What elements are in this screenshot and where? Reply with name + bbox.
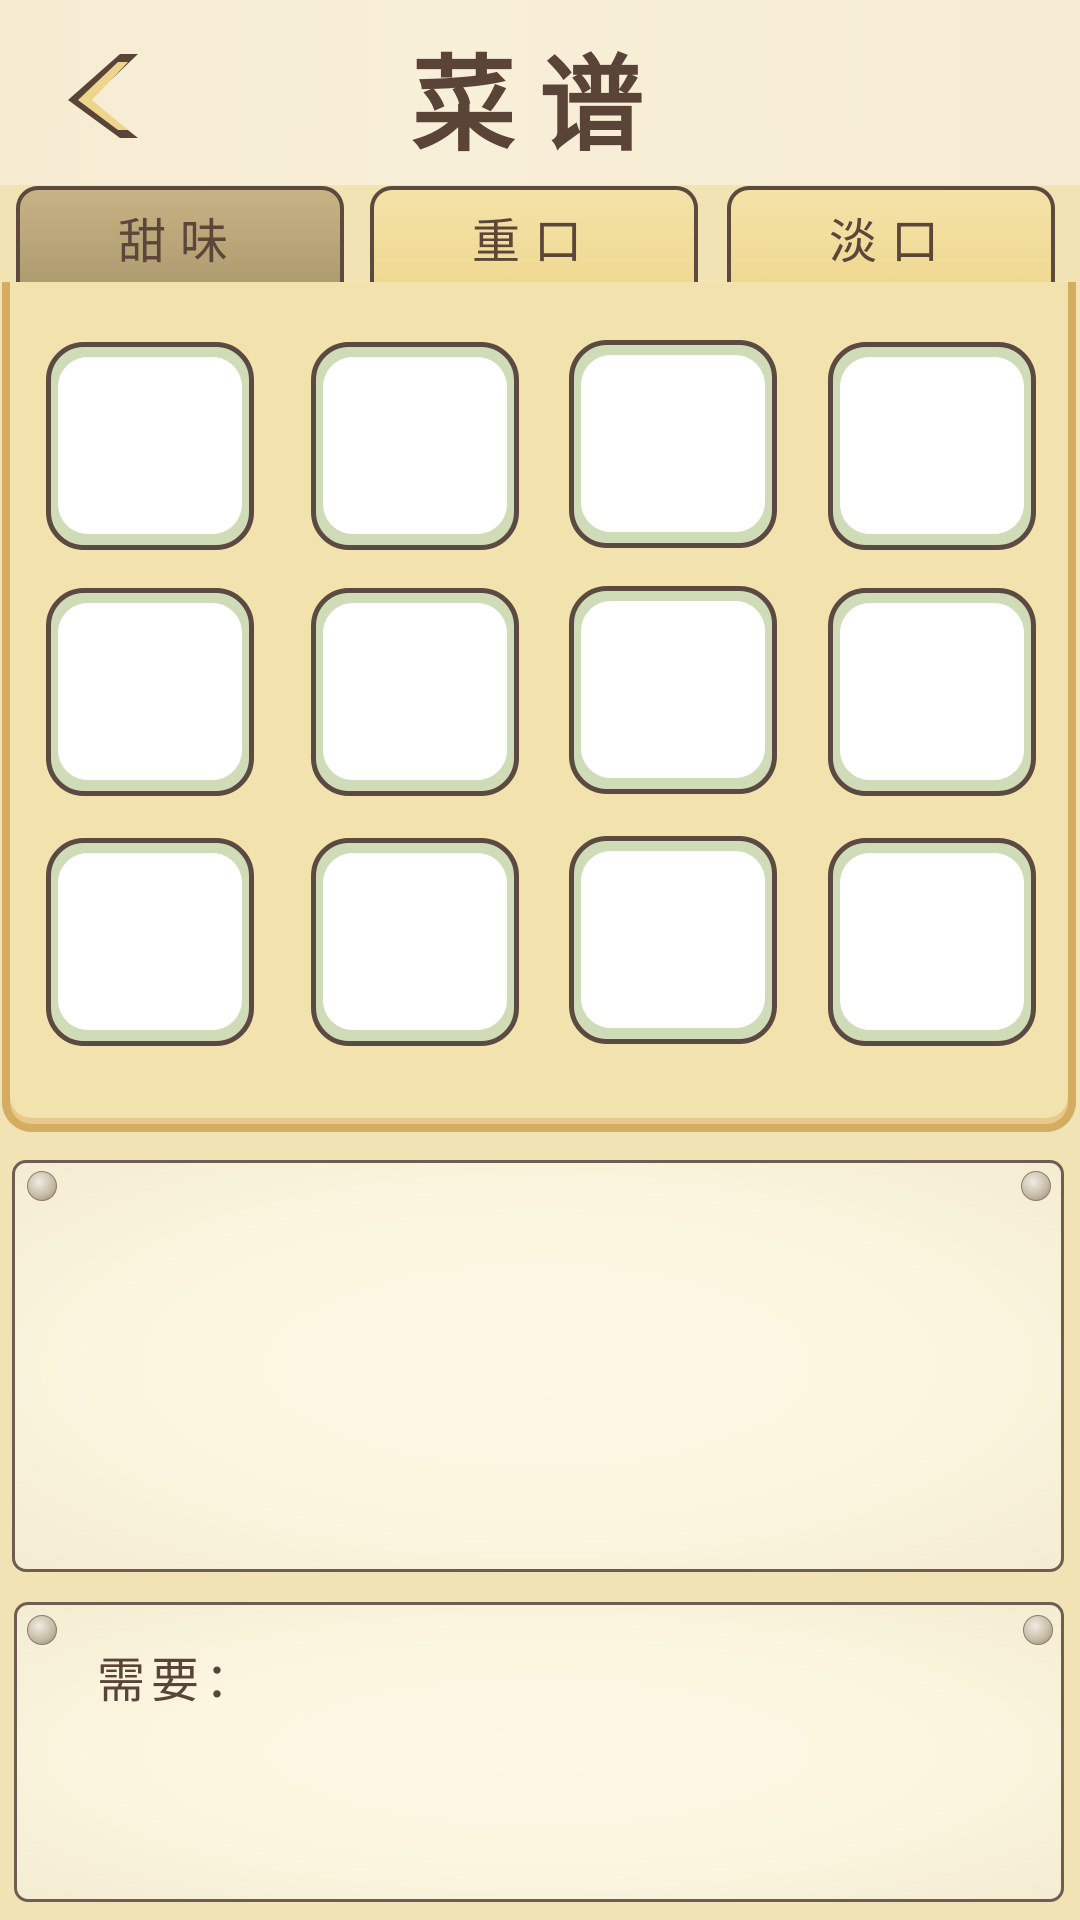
pin-icon bbox=[27, 1615, 57, 1645]
tab-label: 重口 bbox=[471, 214, 596, 270]
recipe-slot[interactable] bbox=[569, 836, 777, 1044]
tab-label: 淡口 bbox=[828, 214, 953, 270]
recipe-slot[interactable] bbox=[46, 342, 254, 550]
pin-icon bbox=[27, 1171, 57, 1201]
requirements-label: 需要： bbox=[97, 1653, 260, 1709]
pin-icon bbox=[1021, 1171, 1051, 1201]
recipe-slot[interactable] bbox=[828, 838, 1036, 1046]
recipe-slot[interactable] bbox=[828, 588, 1036, 796]
recipe-slot[interactable] bbox=[569, 340, 777, 548]
recipe-slot[interactable] bbox=[311, 342, 519, 550]
tab-label: 甜味 bbox=[117, 214, 242, 270]
chevron-left-icon bbox=[68, 54, 138, 138]
recipe-slot[interactable] bbox=[828, 342, 1036, 550]
pin-icon bbox=[1023, 1615, 1053, 1645]
tab-sweet[interactable]: 甜味 bbox=[16, 186, 344, 282]
recipe-slot[interactable] bbox=[311, 838, 519, 1046]
recipe-slot[interactable] bbox=[46, 838, 254, 1046]
requirements-panel: 需要： bbox=[14, 1602, 1064, 1902]
recipe-detail-panel bbox=[12, 1160, 1064, 1572]
back-button[interactable] bbox=[62, 50, 142, 142]
recipe-slot[interactable] bbox=[569, 586, 777, 794]
page-title: 菜谱 bbox=[411, 44, 668, 166]
header-bar: 菜谱 bbox=[0, 0, 1080, 185]
recipe-slot[interactable] bbox=[46, 588, 254, 796]
tab-light[interactable]: 淡口 bbox=[727, 186, 1055, 282]
tab-heavy[interactable]: 重口 bbox=[370, 186, 698, 282]
recipe-slot[interactable] bbox=[311, 588, 519, 796]
